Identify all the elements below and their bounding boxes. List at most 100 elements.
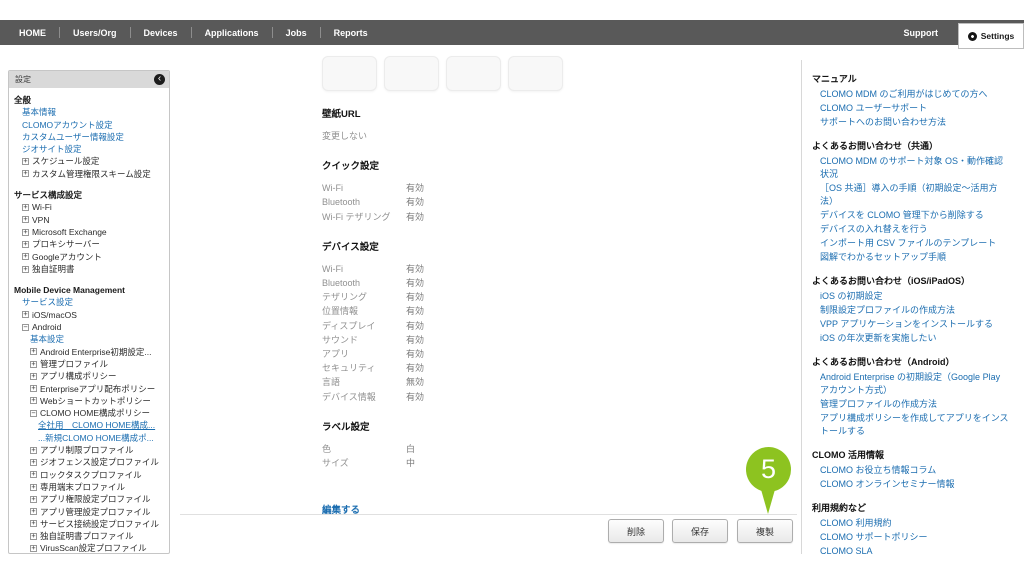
help-link[interactable]: 制限設定プロファイルの作成方法: [812, 304, 1011, 317]
sidebar-item-10[interactable]: + Microsoft Exchange: [14, 226, 166, 238]
sidebar-item-30[interactable]: + 専用端末プロファイル: [14, 481, 166, 493]
setting-label: ディスプレイ: [322, 320, 376, 331]
help-link[interactable]: iOS の初期設定: [812, 290, 1011, 303]
setting-value: 有効: [406, 292, 425, 303]
nav-item-2[interactable]: Devices: [131, 28, 191, 38]
nav-item-3[interactable]: Applications: [192, 28, 272, 38]
nav-item-1[interactable]: Users/Org: [60, 28, 130, 38]
setting-value: 有効: [406, 183, 425, 194]
help-link[interactable]: 管理プロファイルの作成方法: [812, 398, 1011, 411]
sidebar-item-label: プロキシサーバー: [32, 239, 100, 250]
nav-item-4[interactable]: Jobs: [273, 28, 320, 38]
sidebar-item-22[interactable]: + Enterpriseアプリ配布ポリシー: [14, 383, 166, 395]
help-link[interactable]: CLOMO SLA: [812, 545, 1011, 554]
help-link[interactable]: Android Enterprise の初期設定（Google Play アカウ…: [812, 371, 1011, 397]
sidebar-item-25[interactable]: 全社用 CLOMO HOME構成...: [14, 419, 166, 431]
sidebar-item-label: アプリ管理設定プロファイル: [40, 506, 151, 517]
setting-value: 有効: [406, 263, 425, 274]
help-link[interactable]: ［OS 共通］導入の手順（初期設定〜活用方法）: [812, 182, 1011, 208]
sidebar-item-23[interactable]: + Webショートカットポリシー: [14, 395, 166, 407]
sidebar-item-32[interactable]: + アプリ管理設定プロファイル: [14, 506, 166, 518]
sidebar-item-26[interactable]: ...新規CLOMO HOME構成ポ...: [14, 432, 166, 444]
sidebar-item-28[interactable]: + ジオフェンス設定プロファイル: [14, 456, 166, 468]
help-link[interactable]: CLOMO お役立ち情報コラム: [812, 464, 1011, 477]
nav-item-5[interactable]: Reports: [321, 28, 381, 38]
sidebar-item-16[interactable]: + iOS/macOS: [14, 309, 166, 321]
sidebar-item-12[interactable]: + Googleアカウント: [14, 251, 166, 263]
plus-box-icon: +: [22, 264, 29, 273]
help-link[interactable]: CLOMO ユーザーサポート: [812, 102, 1011, 115]
setting-value: 有効: [406, 306, 425, 317]
help-link[interactable]: CLOMO MDM のご利用がはじめての方へ: [812, 88, 1011, 101]
save-button[interactable]: 保存: [672, 519, 728, 543]
help-link[interactable]: 図解でわかるセットアップ手順: [812, 251, 1011, 264]
sidebar-item-label: 独自証明書: [32, 263, 75, 274]
thumbnail-placeholder-3: [508, 56, 563, 91]
setting-value: 有効: [406, 391, 425, 402]
help-link[interactable]: サポートへのお問い合わせ方法: [812, 116, 1011, 129]
help-link[interactable]: デバイスの入れ替えを行う: [812, 223, 1011, 236]
sidebar-item-2[interactable]: CLOMOアカウント設定: [14, 119, 166, 131]
sidebar-item-9[interactable]: + VPN: [14, 214, 166, 226]
nav-support[interactable]: Support: [904, 20, 939, 45]
sidebar-item-5[interactable]: + スケジュール設定: [14, 155, 166, 167]
setting-row: 変更しない: [322, 129, 652, 143]
help-link[interactable]: CLOMO サポートポリシー: [812, 531, 1011, 544]
sidebar-item-18[interactable]: 基本設定: [14, 333, 166, 345]
sidebar-item-35[interactable]: + VirusScan設定プロファイル: [14, 542, 166, 554]
sidebar-item-6[interactable]: + カスタム管理権限スキーム設定: [14, 168, 166, 180]
profile-detail-panel: 壁紙URL 変更しない クイック設定 Wi-Fi 有効 Bluetooth 有効 Wi-Fi …: [322, 56, 652, 518]
sidebar-item-29[interactable]: + ロックタスクプロファイル: [14, 469, 166, 481]
sidebar-item-19[interactable]: + Android Enterprise初期設定...: [14, 346, 166, 358]
help-link[interactable]: VPP アプリケーションをインストールする: [812, 318, 1011, 331]
sidebar-item-11[interactable]: + プロキシサーバー: [14, 238, 166, 250]
setting-value: 無効: [406, 377, 425, 388]
minus-box-icon: −: [22, 322, 29, 331]
setting-row: 位置情報 有効: [322, 304, 652, 318]
sidebar-item-13[interactable]: + 独自証明書: [14, 263, 166, 275]
help-link[interactable]: CLOMO オンラインセミナー情報: [812, 478, 1011, 491]
sidebar-item-27[interactable]: + アプリ制限プロファイル: [14, 444, 166, 456]
sidebar-item-17[interactable]: − Android: [14, 321, 166, 333]
help-link[interactable]: アプリ構成ポリシーを作成してアプリをインストールする: [812, 412, 1011, 438]
help-link[interactable]: インポート用 CSV ファイルのテンプレート: [812, 237, 1011, 250]
sidebar-item-1[interactable]: 基本情報: [14, 106, 166, 118]
setting-label: サウンド: [322, 334, 359, 345]
sidebar-item-label: 全社用 CLOMO HOME構成...: [38, 420, 156, 431]
sidebar-item-15[interactable]: サービス設定: [14, 296, 166, 308]
sidebar-item-label: VirusScan設定プロファイル: [40, 543, 147, 554]
help-link[interactable]: CLOMO MDM のサポート対象 OS・動作確認状況: [812, 155, 1011, 181]
sidebar-item-label: アプリ権限設定プロファイル: [40, 494, 151, 505]
setting-row: アプリ 有効: [322, 347, 652, 361]
help-link[interactable]: iOS の年次更新を実施したい: [812, 332, 1011, 345]
nav-menu: HOME Users/Org Devices Applications Jobs Repo…: [6, 20, 381, 45]
nav-item-0[interactable]: HOME: [6, 28, 59, 38]
duplicate-button[interactable]: 複製: [737, 519, 793, 543]
setting-row: ディスプレイ 有効: [322, 319, 652, 333]
delete-button[interactable]: 削除: [608, 519, 664, 543]
sidebar-item-21[interactable]: + アプリ構成ポリシー: [14, 370, 166, 382]
setting-value: 有効: [406, 349, 425, 360]
sidebar-item-34[interactable]: + 独自証明書プロファイル: [14, 530, 166, 542]
help-link[interactable]: デバイスを CLOMO 管理下から削除する: [812, 209, 1011, 222]
chevron-left-icon[interactable]: [154, 74, 165, 85]
sidebar-item-3[interactable]: カスタムユーザー情報設定: [14, 131, 166, 143]
sidebar-item-20[interactable]: + 管理プロファイル: [14, 358, 166, 370]
setting-row: デバイス情報 有効: [322, 390, 652, 404]
setting-row: 言語 無効: [322, 375, 652, 389]
plus-box-icon: +: [30, 384, 37, 393]
sidebar-item-8[interactable]: + Wi-Fi: [14, 201, 166, 213]
plus-box-icon: +: [30, 519, 37, 528]
setting-label: Wi-Fi: [322, 263, 343, 274]
tab-settings[interactable]: Settings: [958, 23, 1024, 49]
sidebar-item-label: サービス接続設定プロファイル: [40, 518, 160, 529]
sidebar-item-24[interactable]: − CLOMO HOME構成ポリシー: [14, 407, 166, 419]
setting-value: 有効: [406, 334, 425, 345]
sidebar-item-4[interactable]: ジオサイト設定: [14, 143, 166, 155]
sidebar-item-label: Microsoft Exchange: [32, 226, 107, 237]
plus-box-icon: +: [22, 215, 29, 224]
help-section-heading: よくあるお問い合わせ（共通）: [812, 141, 939, 151]
help-link[interactable]: CLOMO 利用規約: [812, 517, 1011, 530]
sidebar-item-31[interactable]: + アプリ権限設定プロファイル: [14, 493, 166, 505]
sidebar-item-33[interactable]: + サービス接続設定プロファイル: [14, 518, 166, 530]
